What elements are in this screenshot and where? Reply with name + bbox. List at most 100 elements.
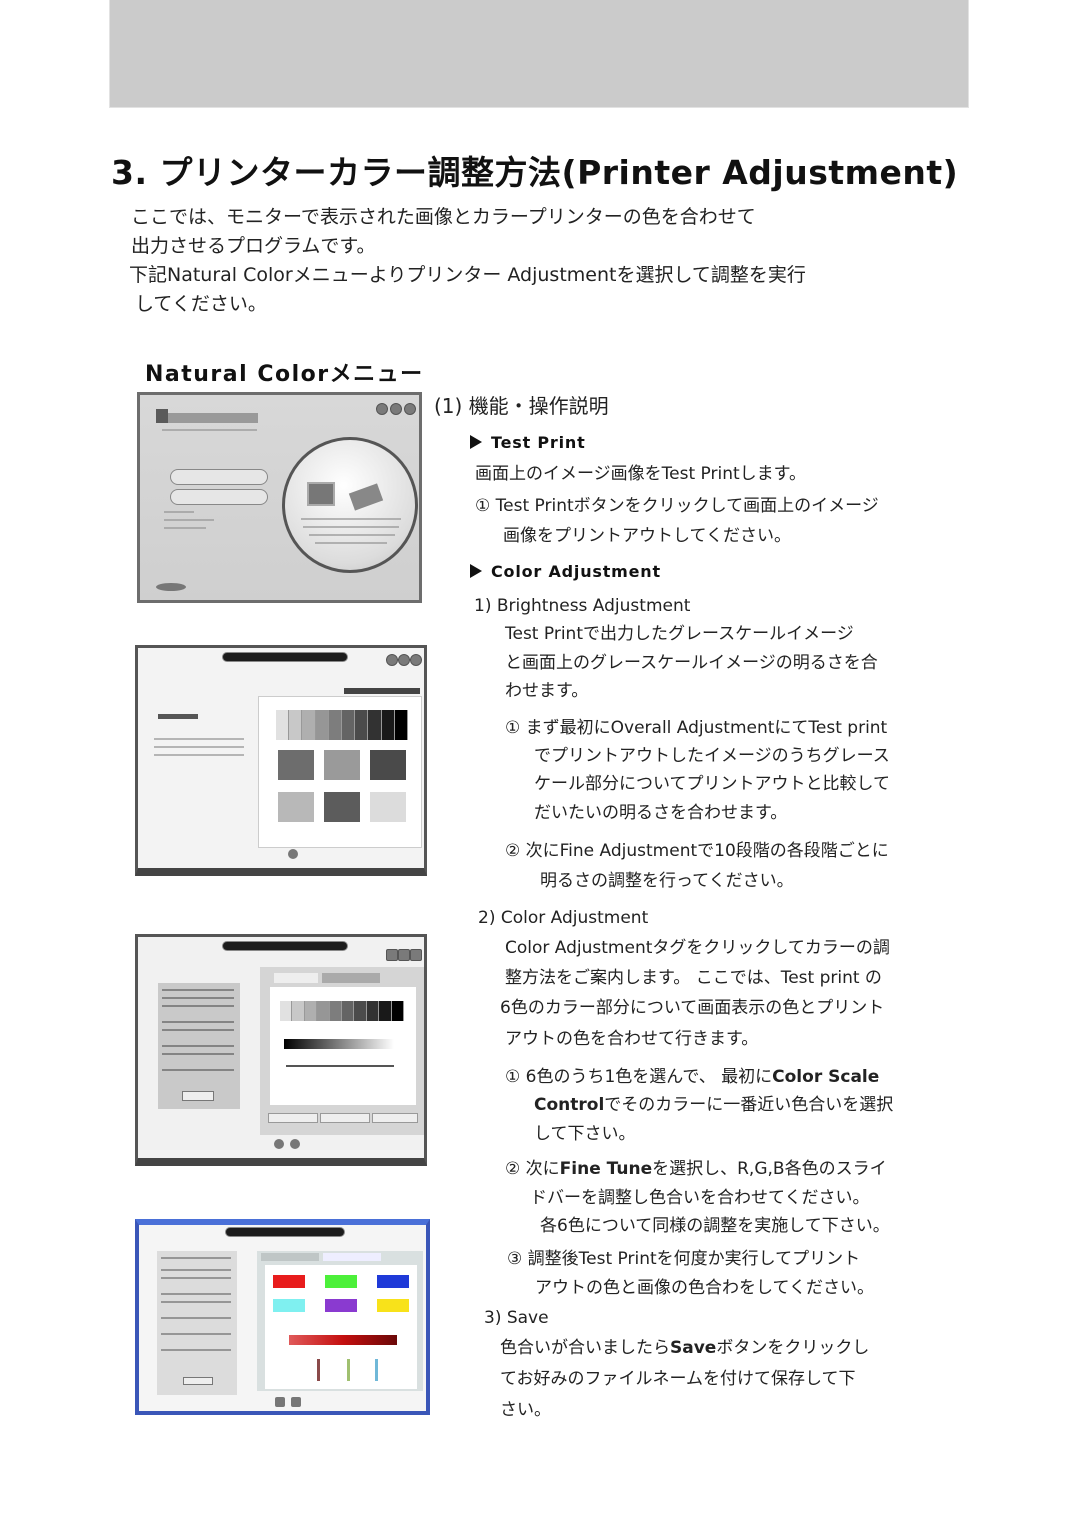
triangle-right-icon xyxy=(470,435,482,449)
reset-button xyxy=(372,1113,418,1123)
gray-patch xyxy=(370,750,406,780)
print-round-button xyxy=(291,1397,301,1407)
b-slider xyxy=(375,1359,378,1381)
test-print-heading: Test Print xyxy=(470,433,586,452)
menu-heading: Natural Colorメニュー xyxy=(145,362,424,387)
gray-step xyxy=(342,1001,355,1021)
brightness-desc: Test Printで出力したグレースケールイメージ xyxy=(505,624,854,644)
maximize-icon xyxy=(398,949,410,961)
window-titlebar xyxy=(222,652,348,662)
color-heading: 2) Color Adjustment xyxy=(478,908,649,928)
screenshot-color-adjustment xyxy=(135,934,427,1166)
printer-adjustment-button xyxy=(170,489,268,505)
gray-step xyxy=(289,710,303,740)
gray-step xyxy=(368,710,382,740)
brightness-step2: ② 次にFine Adjustmentで10段階の各段階ごとに xyxy=(505,841,889,861)
triangle-right-icon xyxy=(470,564,482,578)
gray-step xyxy=(292,1001,305,1021)
minimize-icon xyxy=(386,949,398,961)
gray-patch xyxy=(278,792,314,822)
save-desc: さい。 xyxy=(500,1400,551,1420)
color-bar xyxy=(289,1335,397,1345)
monitor-adjustment-button xyxy=(170,469,268,485)
app-logo-text xyxy=(168,413,258,423)
tab-fine-tune xyxy=(322,973,380,983)
next-button xyxy=(182,1091,214,1101)
gray-step xyxy=(381,710,395,740)
maximize-icon xyxy=(398,654,410,666)
color-adjustment-heading: Color Adjustment xyxy=(470,562,661,581)
gray-patch xyxy=(278,750,314,780)
gray-step xyxy=(304,1001,318,1021)
screenshot-brightness-adjustment xyxy=(135,645,427,876)
close-icon xyxy=(404,403,416,415)
save-round-button xyxy=(274,1139,284,1149)
slider-track xyxy=(286,1065,394,1067)
color-step2: ② 次にFine Tuneを選択し、R,G,B各色のスライ xyxy=(505,1159,887,1179)
color-desc: Color Adjustmentタグをクリックしてカラーの調 xyxy=(505,938,890,958)
screenshot-main-menu xyxy=(137,392,422,603)
tab-color-scale xyxy=(274,973,318,983)
fine-tune-area xyxy=(265,1265,417,1389)
color-step1: して下さい。 xyxy=(534,1124,636,1144)
scale-area xyxy=(270,987,416,1105)
preview-circle xyxy=(282,437,418,573)
save-desc: 色合いが合いましたらSaveボタンをクリックし xyxy=(500,1338,870,1358)
gray-step xyxy=(379,1001,392,1021)
color-step3: アウトの色と画像の色合わをしてください。 xyxy=(535,1278,874,1298)
minimize-icon xyxy=(386,654,398,666)
color-step1: Controlでそのカラーに一番近い色合いを選択 xyxy=(534,1095,894,1115)
color-desc: 6色のカラー部分について画面表示の色とプリント xyxy=(500,998,885,1018)
header-band xyxy=(109,0,969,108)
color-desc: 整方法をご案内します。 ここでは、Test print の xyxy=(505,968,882,988)
close-icon xyxy=(410,654,422,666)
intro-line: してください。 xyxy=(135,293,267,315)
tab-bar xyxy=(344,688,420,694)
intro-line: 出力させるプログラムです。 xyxy=(131,235,376,257)
brightness-desc: わせます。 xyxy=(505,681,589,701)
brightness-step1: ① まず最初にOverall AdjustmentにてTest print xyxy=(505,718,888,738)
instructions-panel xyxy=(158,983,240,1109)
g-slider xyxy=(347,1359,350,1381)
color-step2: ドバーを調整し色合いを合わせてください。 xyxy=(530,1188,870,1208)
color-step2: 各6色について同様の調整を実施して下さい。 xyxy=(540,1216,890,1236)
minimize-icon xyxy=(376,403,388,415)
section-title: (1) 機能・操作説明 xyxy=(434,394,609,418)
window-titlebar xyxy=(222,941,348,951)
gray-step xyxy=(354,1001,367,1021)
save-round-button xyxy=(275,1397,285,1407)
brand-logo xyxy=(156,583,186,591)
gradient-bar xyxy=(284,1039,394,1049)
page-title: 3. プリンターカラー調整方法(Printer Adjustment) xyxy=(111,153,959,192)
brightness-step1: だいたいの明るさを合わせます。 xyxy=(534,803,788,823)
test-print-step: 画像をプリントアウトしてください。 xyxy=(503,526,791,546)
test-print-step: ① Test Printボタンをクリックして画面上のイメージ xyxy=(475,496,879,516)
gray-step xyxy=(302,710,316,740)
save-heading: 3) Save xyxy=(484,1308,549,1328)
intro-line: ここでは、モニターで表示された画像とカラープリンターの色を合わせて xyxy=(131,206,756,228)
window-titlebar xyxy=(225,1227,345,1237)
save-round-button xyxy=(288,849,298,859)
gray-patch xyxy=(324,792,360,822)
print-round-button xyxy=(290,1139,300,1149)
photo-thumbnail xyxy=(307,482,335,506)
save-desc: てお好みのファイルネームを付けて保存して下 xyxy=(500,1369,856,1389)
printer-icon xyxy=(348,483,384,511)
test-print-desc: 画面上のイメージ画像をTest Printします。 xyxy=(475,464,806,484)
color-swatch xyxy=(273,1275,305,1288)
next-button xyxy=(183,1377,213,1385)
color-step3: ③ 調整後Test Printを何度か実行してプリント xyxy=(507,1249,861,1269)
tab-fine-tune xyxy=(323,1253,381,1261)
gray-step xyxy=(328,710,343,740)
color-desc: アウトの色を合わせて行きます。 xyxy=(505,1029,759,1049)
brightness-desc: と画面上のグレースケールイメージの明るさを合 xyxy=(505,653,878,673)
maximize-icon xyxy=(390,403,402,415)
close-icon xyxy=(410,949,422,961)
r-slider xyxy=(317,1359,320,1381)
gray-step xyxy=(329,1001,343,1021)
fine-button xyxy=(320,1113,370,1123)
gray-step xyxy=(280,1001,293,1021)
screenshot-fine-tune xyxy=(135,1219,430,1415)
instructions-panel xyxy=(157,1251,237,1395)
gray-step xyxy=(342,710,356,740)
